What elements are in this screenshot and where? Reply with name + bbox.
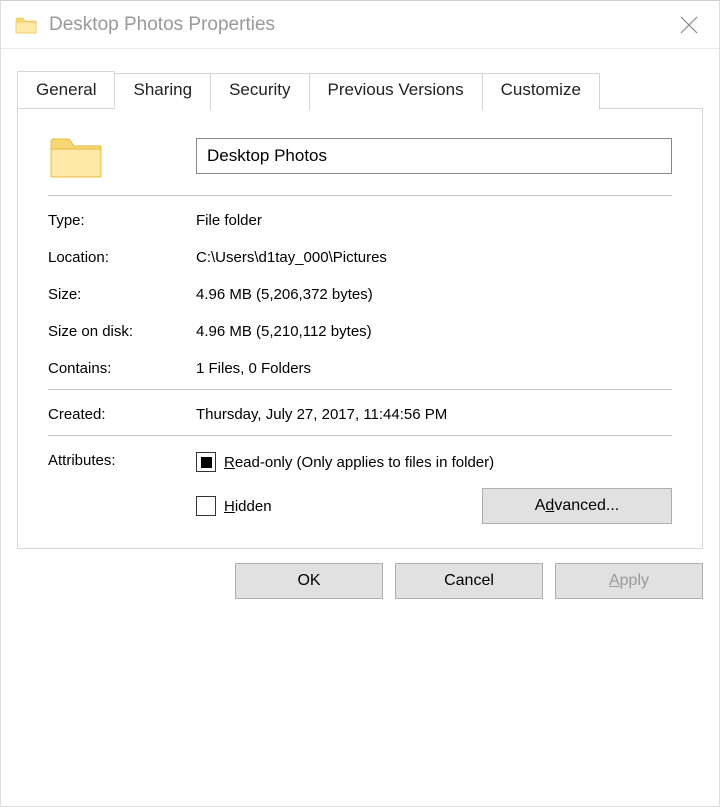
title-bar: Desktop Photos Properties	[1, 1, 719, 49]
created-label: Created:	[48, 406, 196, 423]
advanced-button[interactable]: Advanced...	[482, 488, 672, 524]
window-title: Desktop Photos Properties	[49, 14, 667, 36]
apply-button[interactable]: Apply	[555, 563, 703, 599]
contains-value: 1 Files, 0 Folders	[196, 360, 672, 377]
tab-security[interactable]: Security	[211, 73, 309, 110]
attributes-label: Attributes:	[48, 452, 196, 469]
tab-previous-versions[interactable]: Previous Versions	[310, 73, 483, 110]
readonly-label: Read-only (Only applies to files in fold…	[224, 454, 494, 471]
location-label: Location:	[48, 249, 196, 266]
tab-panel-general: Type: File folder Location: C:\Users\d1t…	[17, 108, 703, 549]
contains-label: Contains:	[48, 360, 196, 377]
folder-icon	[15, 15, 37, 35]
close-button[interactable]	[667, 9, 711, 41]
size-on-disk-value: 4.96 MB (5,210,112 bytes)	[196, 323, 672, 340]
size-value: 4.96 MB (5,206,372 bytes)	[196, 286, 672, 303]
tab-general[interactable]: General	[17, 71, 115, 108]
location-value: C:\Users\d1tay_000\Pictures	[196, 249, 672, 266]
cancel-button[interactable]: Cancel	[395, 563, 543, 599]
ok-button[interactable]: OK	[235, 563, 383, 599]
hidden-checkbox[interactable]	[196, 496, 216, 516]
hidden-label: Hidden	[224, 498, 272, 515]
dialog-button-row: OK Cancel Apply	[1, 549, 719, 613]
type-value: File folder	[196, 212, 672, 229]
folder-icon	[48, 131, 104, 181]
tab-customize[interactable]: Customize	[483, 73, 600, 110]
created-value: Thursday, July 27, 2017, 11:44:56 PM	[196, 406, 672, 423]
tab-strip: General Sharing Security Previous Versio…	[17, 71, 703, 108]
size-on-disk-label: Size on disk:	[48, 323, 196, 340]
tab-sharing[interactable]: Sharing	[115, 73, 211, 110]
folder-name-input[interactable]	[196, 138, 672, 174]
size-label: Size:	[48, 286, 196, 303]
readonly-checkbox[interactable]	[196, 452, 216, 472]
type-label: Type:	[48, 212, 196, 229]
